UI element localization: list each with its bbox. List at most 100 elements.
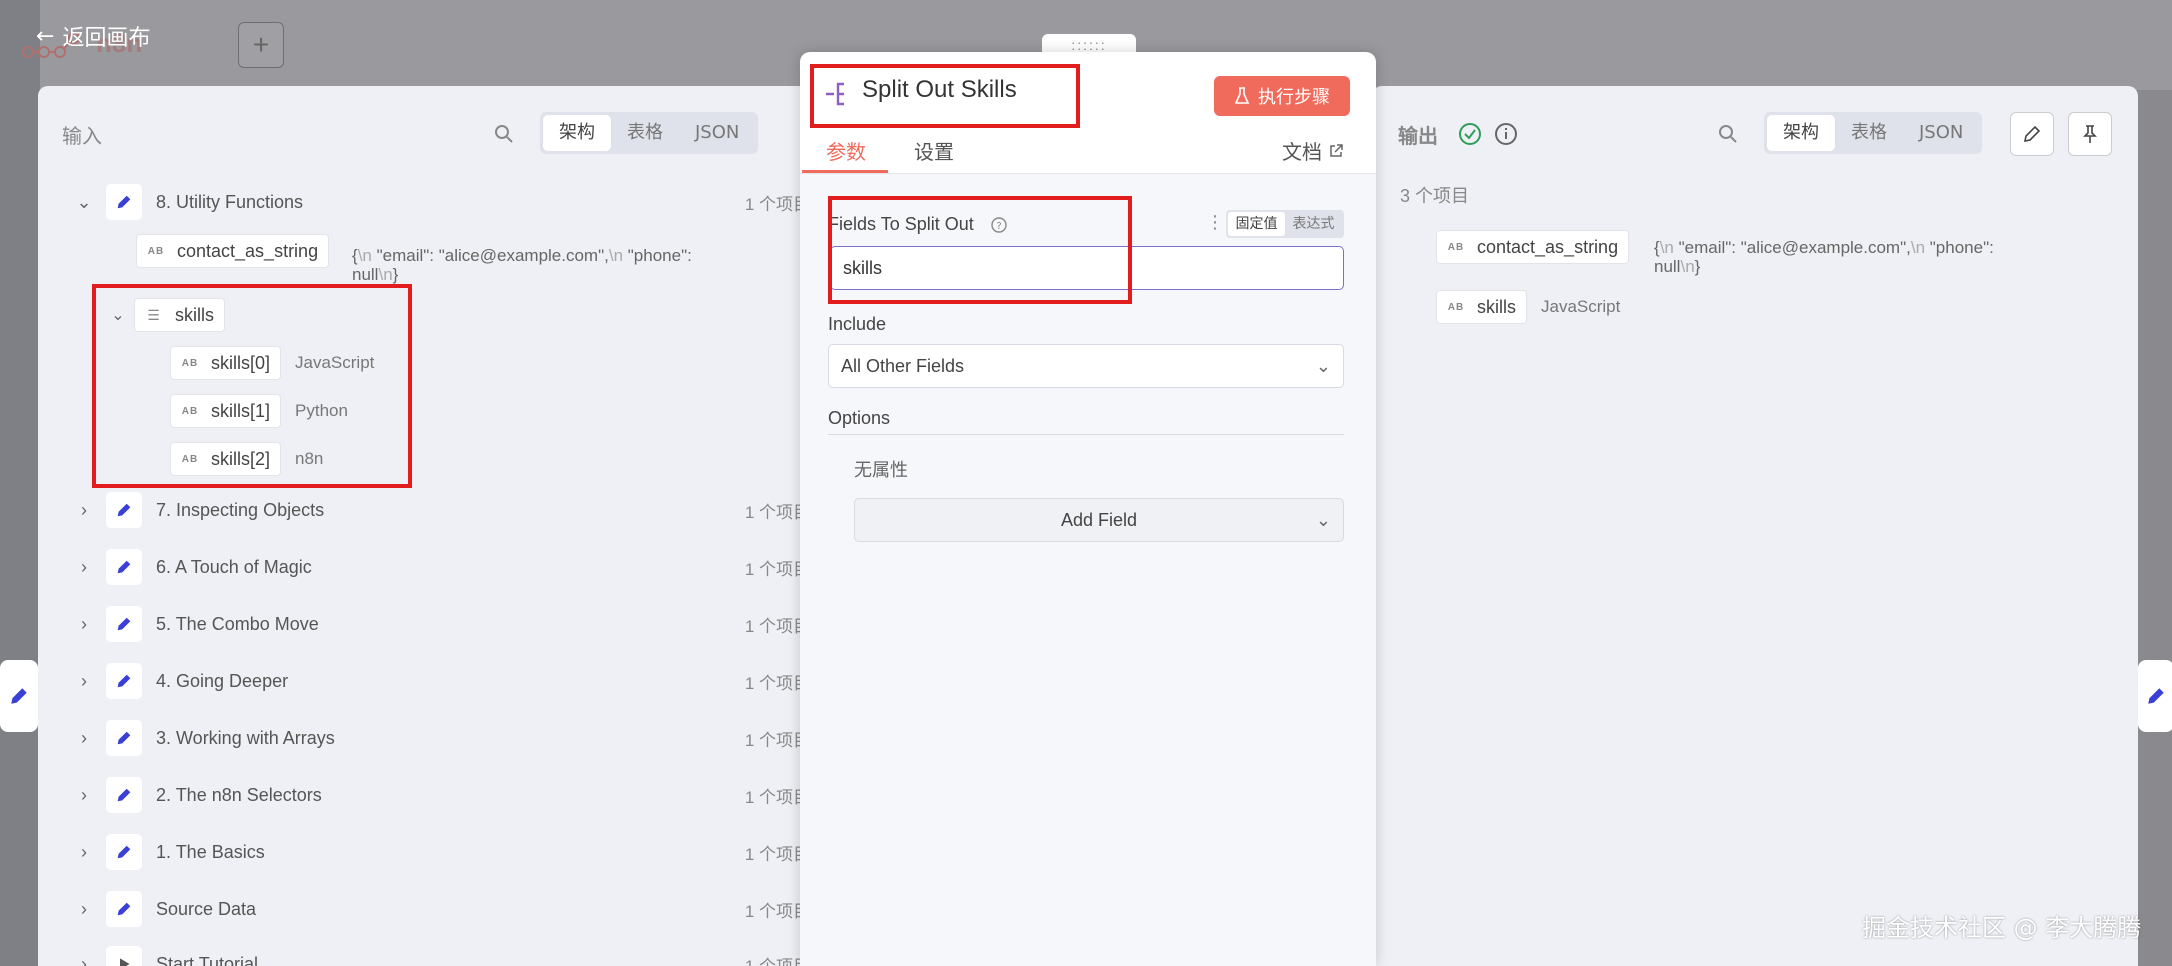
field-value: JavaScript bbox=[1541, 297, 1621, 316]
external-link-icon bbox=[1330, 144, 1344, 157]
info-icon[interactable] bbox=[1494, 122, 1518, 146]
edit-node-icon bbox=[106, 777, 142, 813]
field-name: skills bbox=[1477, 296, 1516, 317]
output-field-skills[interactable]: AB skills JavaScript bbox=[1436, 290, 1620, 324]
active-tab-indicator bbox=[802, 170, 888, 173]
pencil-icon bbox=[2023, 125, 2041, 143]
fixed-mode-option[interactable]: 固定值 bbox=[1228, 212, 1285, 236]
pencil-icon bbox=[117, 560, 131, 574]
chevron-right-icon[interactable]: › bbox=[74, 728, 94, 748]
tree-node-label: 3. Working with Arrays bbox=[156, 727, 335, 748]
pencil-icon bbox=[117, 902, 131, 916]
chevron-right-icon[interactable]: › bbox=[74, 954, 94, 966]
tree-node-utility-functions[interactable]: ⌄ 8. Utility Functions 1 个项目 bbox=[74, 184, 810, 220]
input-panel-title: 输入 bbox=[62, 124, 102, 148]
pencil-icon bbox=[117, 731, 131, 745]
pin-output-button[interactable] bbox=[2068, 112, 2112, 156]
view-schema-tab[interactable]: 架构 bbox=[1767, 115, 1835, 151]
tree-node-the-basics[interactable]: › 1. The Basics 1 个项目 bbox=[74, 834, 810, 870]
add-field-button[interactable]: Add Field ⌄ bbox=[854, 498, 1344, 542]
output-field-contact-as-string[interactable]: AB contact_as_string bbox=[1436, 230, 1630, 264]
pencil-icon bbox=[2148, 688, 2164, 704]
tree-node-going-deeper[interactable]: › 4. Going Deeper 1 个项目 bbox=[74, 663, 810, 699]
value-text: } bbox=[1694, 257, 1701, 276]
tree-node-label: 1. The Basics bbox=[156, 841, 265, 862]
chevron-right-icon[interactable]: › bbox=[74, 614, 94, 634]
edit-node-icon bbox=[106, 549, 142, 585]
tree-node-working-with-arrays[interactable]: › 3. Working with Arrays 1 个项目 bbox=[74, 720, 810, 756]
value-text: null bbox=[1654, 257, 1681, 276]
tree-node-inspecting-objects[interactable]: › 7. Inspecting Objects 1 个项目 bbox=[74, 492, 810, 528]
field-pill[interactable]: AB contact_as_string bbox=[1436, 230, 1630, 264]
left-edge-edit-tab[interactable] bbox=[0, 660, 38, 732]
pin-icon bbox=[2083, 125, 2097, 143]
search-icon[interactable] bbox=[494, 124, 514, 144]
value-text: "phone": bbox=[623, 246, 692, 265]
tree-node-n8n-selectors[interactable]: › 2. The n8n Selectors 1 个项目 bbox=[74, 777, 810, 813]
newline-marker: \n bbox=[1659, 238, 1674, 257]
no-properties-text: 无属性 bbox=[854, 460, 908, 481]
edit-node-icon bbox=[106, 720, 142, 756]
tab-parameters[interactable]: 参数 bbox=[826, 136, 866, 165]
edit-node-icon bbox=[106, 834, 142, 870]
tree-node-touch-of-magic[interactable]: › 6. A Touch of Magic 1 个项目 bbox=[74, 549, 810, 585]
edit-output-button[interactable] bbox=[2010, 112, 2054, 156]
chevron-right-icon[interactable]: › bbox=[74, 500, 94, 520]
input-view-toggle: 架构 表格 JSON bbox=[540, 112, 759, 154]
more-options-icon[interactable]: ⋮ bbox=[1206, 212, 1224, 233]
field-name: contact_as_string bbox=[1477, 236, 1619, 257]
field-pill[interactable]: AB skills bbox=[1436, 290, 1527, 324]
chevron-right-icon[interactable]: › bbox=[74, 557, 94, 577]
highlight-node-title bbox=[810, 64, 1080, 128]
back-to-canvas-link[interactable]: ← 返回画布 bbox=[36, 20, 150, 52]
tree-node-source-data[interactable]: › Source Data 1 个项目 bbox=[74, 891, 810, 927]
edit-node-icon bbox=[106, 663, 142, 699]
pencil-icon bbox=[117, 195, 131, 209]
view-schema-tab[interactable]: 架构 bbox=[543, 115, 611, 151]
field-pill[interactable]: AB contact_as_string bbox=[136, 234, 330, 268]
newline-marker: \n bbox=[1910, 238, 1926, 257]
tab-settings[interactable]: 设置 bbox=[914, 136, 954, 165]
chevron-right-icon[interactable]: › bbox=[74, 899, 94, 919]
node-settings-panel: Split Out Skills 执行步骤 参数 设置 文档 Fields To… bbox=[800, 52, 1376, 966]
tree-node-label: 4. Going Deeper bbox=[156, 670, 289, 691]
tree-node-start-tutorial[interactable]: › Start Tutorial 1 个项目 bbox=[74, 946, 810, 966]
edit-node-icon bbox=[106, 184, 142, 220]
value-text: "email": "alice@example.com", bbox=[1673, 238, 1911, 257]
value-text: } bbox=[392, 265, 399, 284]
chevron-down-icon: ⌄ bbox=[1315, 356, 1331, 376]
right-edge-edit-tab[interactable] bbox=[2138, 660, 2172, 732]
options-divider bbox=[828, 434, 1344, 435]
pencil-icon bbox=[117, 845, 131, 859]
edit-node-icon bbox=[106, 606, 142, 642]
tree-node-label: 2. The n8n Selectors bbox=[156, 784, 322, 805]
search-icon[interactable] bbox=[1718, 124, 1738, 144]
add-node-button[interactable]: + bbox=[238, 22, 284, 68]
contact-as-string-value: {\n "email": "alice@example.com",\n "pho… bbox=[352, 246, 812, 284]
field-name: contact_as_string bbox=[177, 240, 319, 261]
string-type-icon: AB bbox=[147, 245, 165, 257]
execute-step-button[interactable]: 执行步骤 bbox=[1214, 76, 1350, 116]
options-label: Options bbox=[828, 408, 891, 428]
chevron-right-icon[interactable]: › bbox=[74, 671, 94, 691]
chevron-right-icon[interactable]: › bbox=[74, 842, 94, 862]
view-table-tab[interactable]: 表格 bbox=[611, 115, 679, 151]
tree-node-combo-move[interactable]: › 5. The Combo Move 1 个项目 bbox=[74, 606, 810, 642]
view-json-tab[interactable]: JSON bbox=[679, 115, 755, 151]
tree-node-label: 8. Utility Functions bbox=[156, 191, 304, 212]
highlight-skills-field bbox=[92, 284, 412, 488]
field-contact-as-string[interactable]: AB contact_as_string bbox=[136, 234, 330, 268]
docs-link[interactable]: 文档 bbox=[1282, 136, 1344, 165]
expression-mode-option[interactable]: 表达式 bbox=[1285, 212, 1342, 236]
view-table-tab[interactable]: 表格 bbox=[1835, 115, 1903, 151]
view-json-tab[interactable]: JSON bbox=[1903, 115, 1979, 151]
watermark: 掘金技术社区 @ 李大腾腾 bbox=[1862, 914, 2142, 942]
chevron-right-icon[interactable]: › bbox=[74, 785, 94, 805]
include-selected-value: All Other Fields bbox=[841, 356, 965, 376]
execute-step-label: 执行步骤 bbox=[1258, 87, 1330, 108]
include-select[interactable]: All Other Fields ⌄ bbox=[828, 344, 1344, 388]
canvas-left-strip bbox=[0, 0, 40, 966]
chevron-down-icon[interactable]: ⌄ bbox=[74, 192, 94, 212]
back-to-canvas-label: 返回画布 bbox=[62, 26, 151, 51]
output-item-count: 3 个项目 bbox=[1400, 186, 1470, 206]
